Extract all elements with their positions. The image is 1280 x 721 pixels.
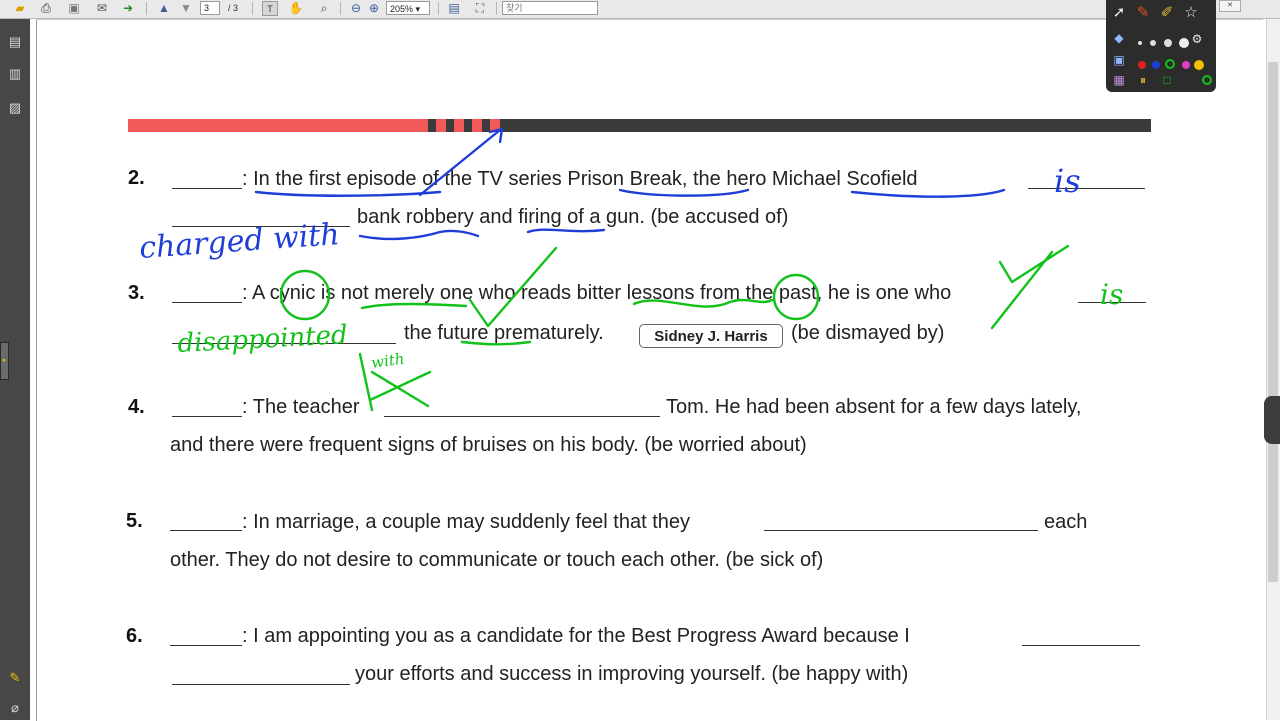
toolbar: ▰ ⎙ ▣ ✉ ➜ ▲ ▼ / 3 T ✋ ⌕ ⊖ ⊕ 205% ▾ ▤ ⛶ — [0, 0, 1280, 19]
comments-icon[interactable]: ✎ — [6, 669, 24, 687]
color-red-dot[interactable] — [1138, 61, 1146, 69]
side-panel-handle[interactable] — [1264, 396, 1280, 444]
exercise-5-answer-blank — [170, 530, 242, 531]
prev-page-icon[interactable]: ▲ — [156, 1, 172, 16]
exercise-2-blank-1 — [1028, 188, 1145, 189]
marker-icon[interactable]: ✐ — [1156, 3, 1178, 23]
next-page-icon[interactable]: ▼ — [178, 1, 194, 16]
pointer-icon[interactable]: ➚ — [1108, 3, 1130, 23]
pages-icon[interactable]: ▤ — [6, 33, 24, 51]
canvas-icon[interactable]: ▦ — [1108, 70, 1130, 90]
eraser-icon[interactable]: ◆ — [1108, 28, 1130, 48]
email-icon[interactable]: ✉ — [94, 1, 110, 16]
color-picker-dot[interactable] — [1194, 60, 1204, 70]
exercise-5-text-suffix: each — [1044, 511, 1088, 533]
pen-icon[interactable]: ✎ — [1132, 3, 1154, 23]
page-total: / 3 — [227, 3, 238, 13]
deco-dark-segment — [508, 119, 1151, 132]
size-2-dot[interactable] — [1150, 40, 1156, 46]
exercise-2-blank-2 — [172, 226, 350, 227]
scrollbar-thumb[interactable] — [1268, 62, 1278, 582]
color-green-dot[interactable] — [1165, 59, 1175, 69]
exercise-2-number: 2. — [128, 167, 145, 189]
exercise-2-text: : In the first episode of the TV series … — [242, 168, 918, 190]
select-text-icon[interactable]: T — [262, 1, 278, 16]
pen-palette: ➚ ✎ ✐ ☆ ◆ ⚙ ▣ ▦ ⏸ □ — [1106, 0, 1216, 92]
exercise-3-line2: the future prematurely. — [404, 322, 604, 344]
attachment-icon[interactable]: ⌀ — [6, 699, 24, 717]
save-icon[interactable]: ▣ — [66, 1, 82, 16]
zoom-tool-icon[interactable]: ⌕ — [316, 1, 332, 16]
exercise-5-number: 5. — [126, 510, 143, 532]
share-icon[interactable]: ➜ — [120, 1, 136, 16]
exercise-3-answer-blank — [172, 302, 242, 303]
exercise-6-line2: your efforts and success in improving yo… — [355, 663, 909, 685]
bookmarks-icon[interactable]: ▥ — [6, 65, 24, 83]
exercise-4-text-suffix: Tom. He had been absent for a few days l… — [666, 396, 1082, 418]
fullscreen-icon[interactable]: ⛶ — [472, 1, 488, 16]
exercise-3-blank-1 — [1078, 302, 1146, 303]
exercise-4-text: : The teacher — [242, 396, 360, 418]
exercise-6-number: 6. — [126, 625, 143, 647]
page-number-input[interactable] — [200, 1, 220, 15]
layers-icon[interactable]: ▣ — [1108, 50, 1130, 70]
exercise-3-blank-2 — [172, 343, 396, 344]
color-blue-dot[interactable] — [1152, 61, 1160, 69]
decorative-header-bar — [128, 119, 1151, 132]
exercise-6-blank-1 — [1022, 645, 1140, 646]
sidebar-toggle[interactable]: ▸ — [0, 342, 9, 380]
exercise-4-line2: and there were frequent signs of bruises… — [170, 434, 807, 456]
hand-tool-icon[interactable]: ✋ — [288, 1, 304, 16]
quote-author-badge: Sidney J. Harris — [639, 324, 783, 348]
color-pink-dot[interactable] — [1182, 61, 1190, 69]
size-1-dot[interactable] — [1138, 41, 1142, 45]
settings-gear-icon[interactable]: ⚙ — [1186, 29, 1208, 49]
exercise-5-blank-1 — [764, 530, 1038, 531]
exercise-6-blank-2 — [172, 684, 350, 685]
exercise-5-text: : In marriage, a couple may suddenly fee… — [242, 511, 691, 533]
pause-icon[interactable]: ⏸ — [1132, 70, 1154, 90]
exercise-4-answer-blank — [172, 416, 242, 417]
exercise-5-line2: other. They do not desire to communicate… — [170, 549, 824, 571]
fit-page-icon[interactable]: ▤ — [446, 1, 462, 16]
exercise-6-text: : I am appointing you as a candidate for… — [242, 625, 910, 647]
exercise-6-answer-blank — [170, 645, 242, 646]
exercise-4-blank-1 — [384, 416, 660, 417]
thumbnails-icon[interactable]: ▨ — [6, 99, 24, 117]
exercise-4-number: 4. — [128, 396, 145, 418]
size-3-dot[interactable] — [1164, 39, 1172, 47]
exercise-2-answer-blank — [172, 188, 242, 189]
exercise-3-number: 3. — [128, 282, 145, 304]
find-input[interactable] — [502, 1, 598, 15]
star-icon[interactable]: ☆ — [1180, 3, 1202, 23]
exercise-2-line2: bank robbery and firing of a gun. (be ac… — [357, 206, 789, 228]
close-button[interactable]: ✕ — [1219, 0, 1241, 12]
exercise-3-hint: (be dismayed by) — [791, 322, 945, 344]
deco-red-segment — [128, 119, 428, 132]
print-icon[interactable]: ⎙ — [38, 1, 54, 16]
zoom-out-icon[interactable]: ⊖ — [348, 1, 364, 16]
active-color-indicator — [1202, 75, 1212, 85]
exercise-3-text: : A cynic is not merely one who reads bi… — [242, 282, 952, 304]
zoom-level-select[interactable]: 205% ▾ — [386, 1, 430, 15]
square-icon[interactable]: □ — [1156, 70, 1178, 90]
open-folder-icon[interactable]: ▰ — [12, 1, 28, 16]
zoom-in-icon[interactable]: ⊕ — [366, 1, 382, 16]
